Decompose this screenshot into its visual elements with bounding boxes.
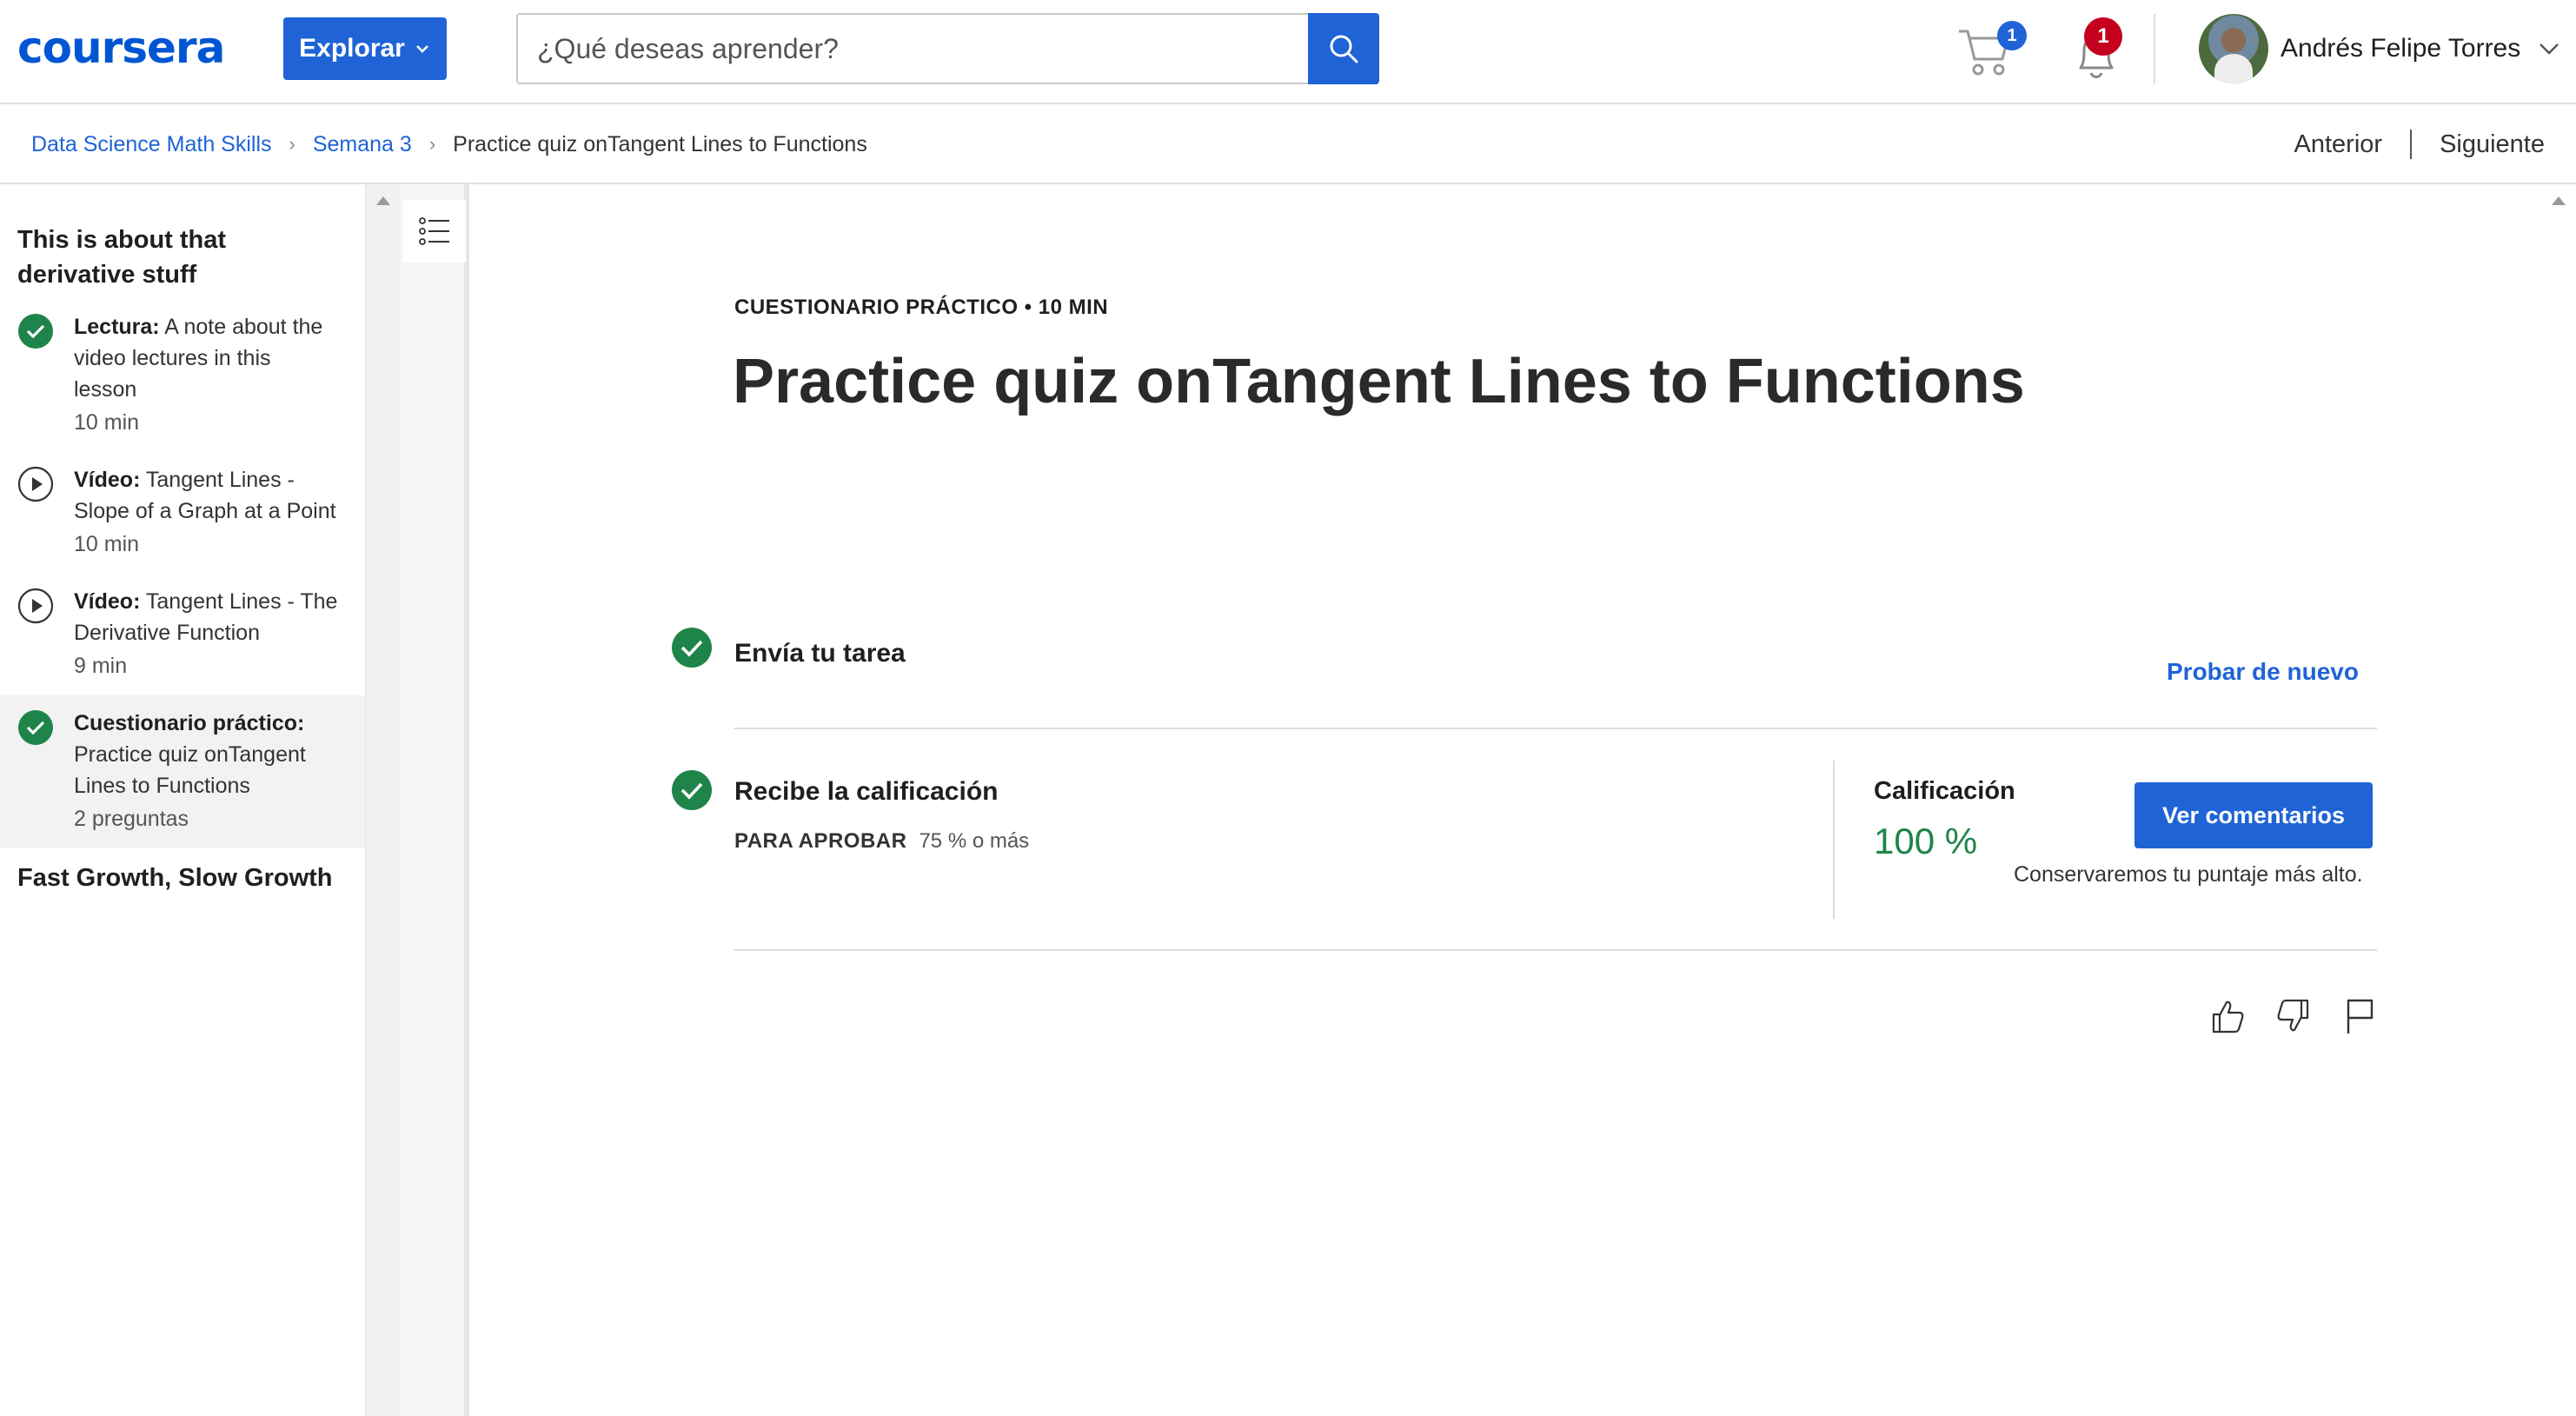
chevron-right-icon: ›: [289, 133, 295, 155]
chevron-down-icon: [415, 45, 428, 53]
previous-link[interactable]: Anterior: [2294, 130, 2383, 159]
coursera-logo[interactable]: coursera: [17, 23, 225, 73]
list-icon: [419, 217, 449, 245]
page-title: Practice quiz onTangent Lines to Functio…: [733, 347, 2025, 416]
content-scrollbar[interactable]: [2541, 184, 2576, 1416]
search-button[interactable]: [1308, 13, 1379, 84]
play-icon: [17, 466, 54, 502]
step-complete-check-icon: [672, 628, 712, 668]
retry-link[interactable]: Probar de nuevo: [2167, 658, 2359, 686]
item-duration: 2 preguntas: [74, 807, 189, 831]
sidebar-scrollbar[interactable]: [365, 184, 400, 1416]
item-navigation: Anterior Siguiente: [2294, 104, 2545, 184]
item-type-label: CUESTIONARIO PRÁCTICO • 10 MIN: [734, 296, 1109, 319]
chevron-right-icon: ›: [428, 133, 436, 155]
notifications-count-badge: 1: [2084, 17, 2122, 56]
thumbs-down-icon: [2277, 999, 2309, 1032]
sidebar-item-video-2[interactable]: Vídeo: Tangent Lines - The Derivative Fu…: [0, 574, 365, 695]
avatar: [2199, 14, 2268, 83]
sidebar-item-practice-quiz[interactable]: Cuestionario práctico: Practice quiz onT…: [0, 695, 365, 848]
grade-step-label: Recibe la calificación: [734, 777, 999, 806]
like-button[interactable]: [2208, 997, 2247, 1035]
sidebar-item-video-1[interactable]: Vídeo: Tangent Lines - Slope of a Graph …: [0, 452, 365, 574]
cart-count-badge: 1: [1997, 21, 2027, 50]
pass-requirement: PARA APROBAR 75 % o más: [734, 829, 1029, 854]
scroll-up-arrow-icon[interactable]: [2552, 196, 2566, 205]
report-button[interactable]: [2340, 997, 2379, 1035]
lesson-section-title[interactable]: This is about that derivative stuff: [0, 184, 365, 299]
item-kind: Lectura:: [74, 315, 160, 339]
submit-step-label: Envía tu tarea: [734, 639, 906, 668]
item-kind: Cuestionario práctico:: [74, 711, 305, 735]
item-kind: Vídeo:: [74, 589, 141, 614]
pass-value: 75 % o más: [919, 829, 1030, 853]
breadcrumb: Data Science Math Skills › Semana 3 › Pr…: [31, 104, 867, 184]
cart-button[interactable]: 1: [1957, 21, 2027, 82]
toggle-sidebar-button[interactable]: [403, 200, 466, 263]
breadcrumb-bar: Data Science Math Skills › Semana 3 › Pr…: [0, 104, 2576, 184]
nav-divider: [2410, 130, 2413, 159]
completed-check-icon: [18, 710, 53, 745]
user-menu[interactable]: Andrés Felipe Torres: [2199, 12, 2560, 85]
grade-divider: [1833, 761, 1835, 919]
dislike-button[interactable]: [2274, 997, 2313, 1035]
item-duration: 10 min: [74, 532, 140, 556]
search-input[interactable]: [516, 13, 1309, 84]
breadcrumb-current: Practice quiz onTangent Lines to Functio…: [453, 131, 867, 156]
search-icon: [1330, 35, 1358, 63]
section-divider: [734, 949, 2377, 951]
chevron-down-icon: [2539, 43, 2559, 55]
top-header: coursera Explorar 1 1 Andrés Felipe Torr…: [0, 0, 2576, 104]
item-duration: 10 min: [74, 410, 140, 435]
pass-label: PARA APROBAR: [734, 829, 907, 853]
item-duration: 9 min: [74, 654, 128, 678]
step-complete-check-icon: [672, 770, 712, 810]
breadcrumb-week-link[interactable]: Semana 3: [313, 132, 412, 157]
grade-label: Calificación: [1874, 777, 2015, 805]
sidebar-toggle-rail: [400, 184, 469, 1416]
breadcrumb-course-link[interactable]: Data Science Math Skills: [31, 132, 272, 157]
thumbs-up-icon: [2212, 1001, 2244, 1034]
grade-value: 100 %: [1874, 821, 1978, 861]
explore-button[interactable]: Explorar: [283, 17, 447, 80]
view-feedback-button[interactable]: Ver comentarios: [2134, 782, 2373, 848]
user-name: Andrés Felipe Torres: [2281, 34, 2521, 63]
next-link[interactable]: Siguiente: [2440, 130, 2545, 159]
item-kind: Vídeo:: [74, 468, 141, 492]
sidebar-item-reading[interactable]: Lectura: A note about the video lectures…: [0, 299, 365, 452]
lesson-sidebar: This is about that derivative stuff Lect…: [0, 184, 365, 1416]
feedback-actions: [2208, 997, 2379, 1035]
highest-score-note: Conservaremos tu puntaje más alto.: [2014, 862, 2363, 887]
lesson-section-title[interactable]: Fast Growth, Slow Growth: [0, 848, 365, 902]
explore-button-label: Explorar: [299, 34, 405, 63]
header-divider: [2154, 14, 2155, 83]
play-icon: [17, 588, 54, 624]
quiz-content: CUESTIONARIO PRÁCTICO • 10 MIN Practice …: [475, 184, 2541, 1416]
flag-icon: [2347, 999, 2374, 1034]
notifications-button[interactable]: 1: [2070, 17, 2131, 82]
scroll-up-arrow-icon[interactable]: [376, 196, 390, 205]
item-title: Practice quiz onTangent Lines to Functio…: [74, 742, 306, 798]
section-divider: [734, 728, 2377, 729]
completed-check-icon: [18, 314, 53, 349]
